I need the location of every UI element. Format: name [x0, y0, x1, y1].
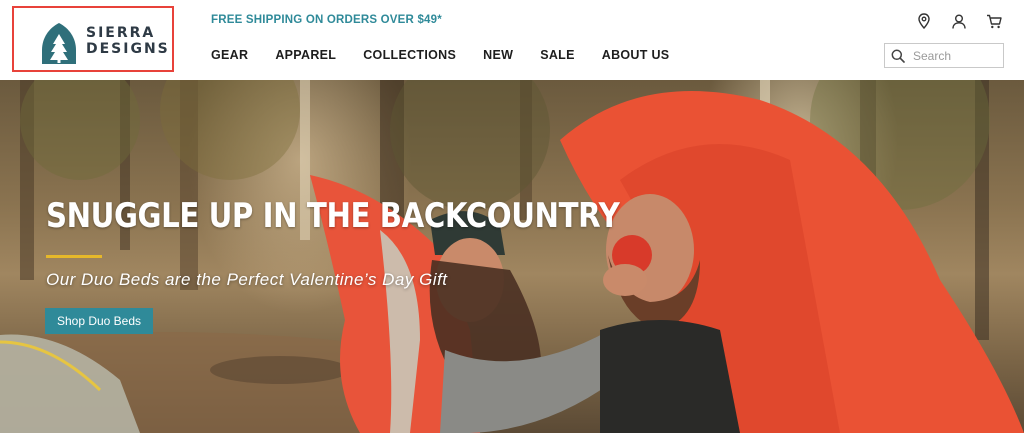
nav-item-gear[interactable]: GEAR	[211, 48, 248, 62]
nav-item-new[interactable]: NEW	[483, 48, 513, 62]
hero-title: SNUGGLE UP IN THE BACKCOUNTRY	[46, 196, 620, 236]
brand-wordmark: SIERRA DESIGNS	[86, 25, 170, 57]
hero-accent-rule	[46, 255, 102, 258]
hero-photo	[0, 80, 1024, 433]
utility-icons	[916, 12, 1021, 30]
hero-subtitle: Our Duo Beds are the Perfect Valentine’s…	[46, 270, 448, 289]
brand-logo[interactable]: SIERRA DESIGNS	[12, 6, 174, 72]
nav-item-about-us[interactable]: ABOUT US	[602, 48, 670, 62]
main-nav: GEAR APPAREL COLLECTIONS NEW SALE ABOUT …	[211, 48, 696, 62]
brand-name-line2: DESIGNS	[86, 41, 170, 57]
site-header: SIERRA DESIGNS FREE SHIPPING ON ORDERS O…	[0, 0, 1024, 80]
brand-name-line1: SIERRA	[86, 25, 156, 41]
nav-item-sale[interactable]: SALE	[540, 48, 575, 62]
free-shipping-banner[interactable]: FREE SHIPPING ON ORDERS OVER $49*	[211, 14, 442, 26]
hero-banner: SNUGGLE UP IN THE BACKCOUNTRY Our Duo Be…	[0, 80, 1024, 433]
tree-tent-logo-icon	[42, 23, 76, 64]
search-input[interactable]	[913, 48, 1003, 63]
nav-item-collections[interactable]: COLLECTIONS	[363, 48, 456, 62]
account-icon[interactable]	[951, 12, 967, 30]
location-pin-icon[interactable]	[916, 12, 932, 30]
shop-duo-beds-button[interactable]: Shop Duo Beds	[45, 308, 153, 334]
nav-item-apparel[interactable]: APPAREL	[275, 48, 336, 62]
search-box[interactable]	[884, 43, 1004, 68]
search-icon[interactable]	[891, 49, 905, 63]
cart-icon[interactable]	[986, 12, 1002, 30]
